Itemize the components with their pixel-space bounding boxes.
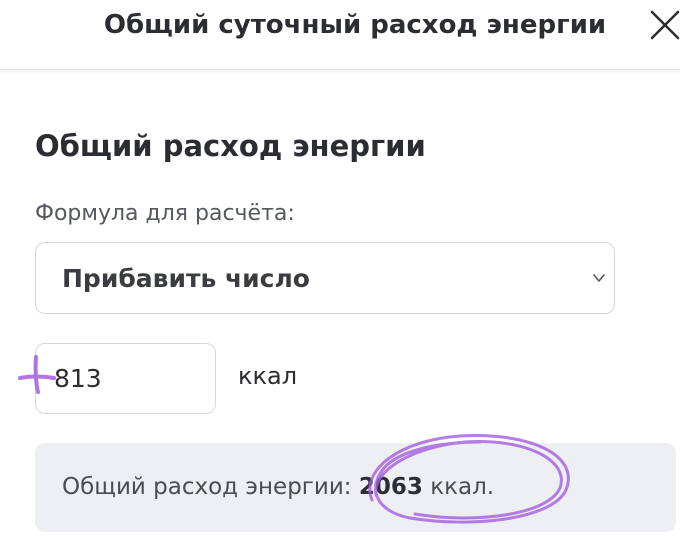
close-icon[interactable] xyxy=(648,8,680,48)
result-value: 2063 xyxy=(358,474,423,500)
close-button[interactable] xyxy=(648,8,680,48)
result-label: Общий расход энергии: xyxy=(62,474,352,500)
result-unit: ккал. xyxy=(430,474,495,500)
formula-select-value: Прибавить число xyxy=(62,264,310,293)
header-bar: Общий суточный расход энергии xyxy=(0,0,680,70)
header-title: Общий суточный расход энергии xyxy=(103,10,607,40)
result-text: Общий расход энергии: 2063 ккал. xyxy=(62,474,494,500)
formula-select[interactable]: Прибавить число xyxy=(35,242,615,314)
chevron-down-icon xyxy=(593,274,605,282)
formula-label: Формула для расчёта: xyxy=(35,201,295,226)
unit-label: ккал xyxy=(238,362,298,390)
result-box: Общий расход энергии: 2063 ккал. xyxy=(35,443,676,532)
amount-input[interactable] xyxy=(35,343,216,414)
section-title: Общий расход энергии xyxy=(35,129,426,163)
